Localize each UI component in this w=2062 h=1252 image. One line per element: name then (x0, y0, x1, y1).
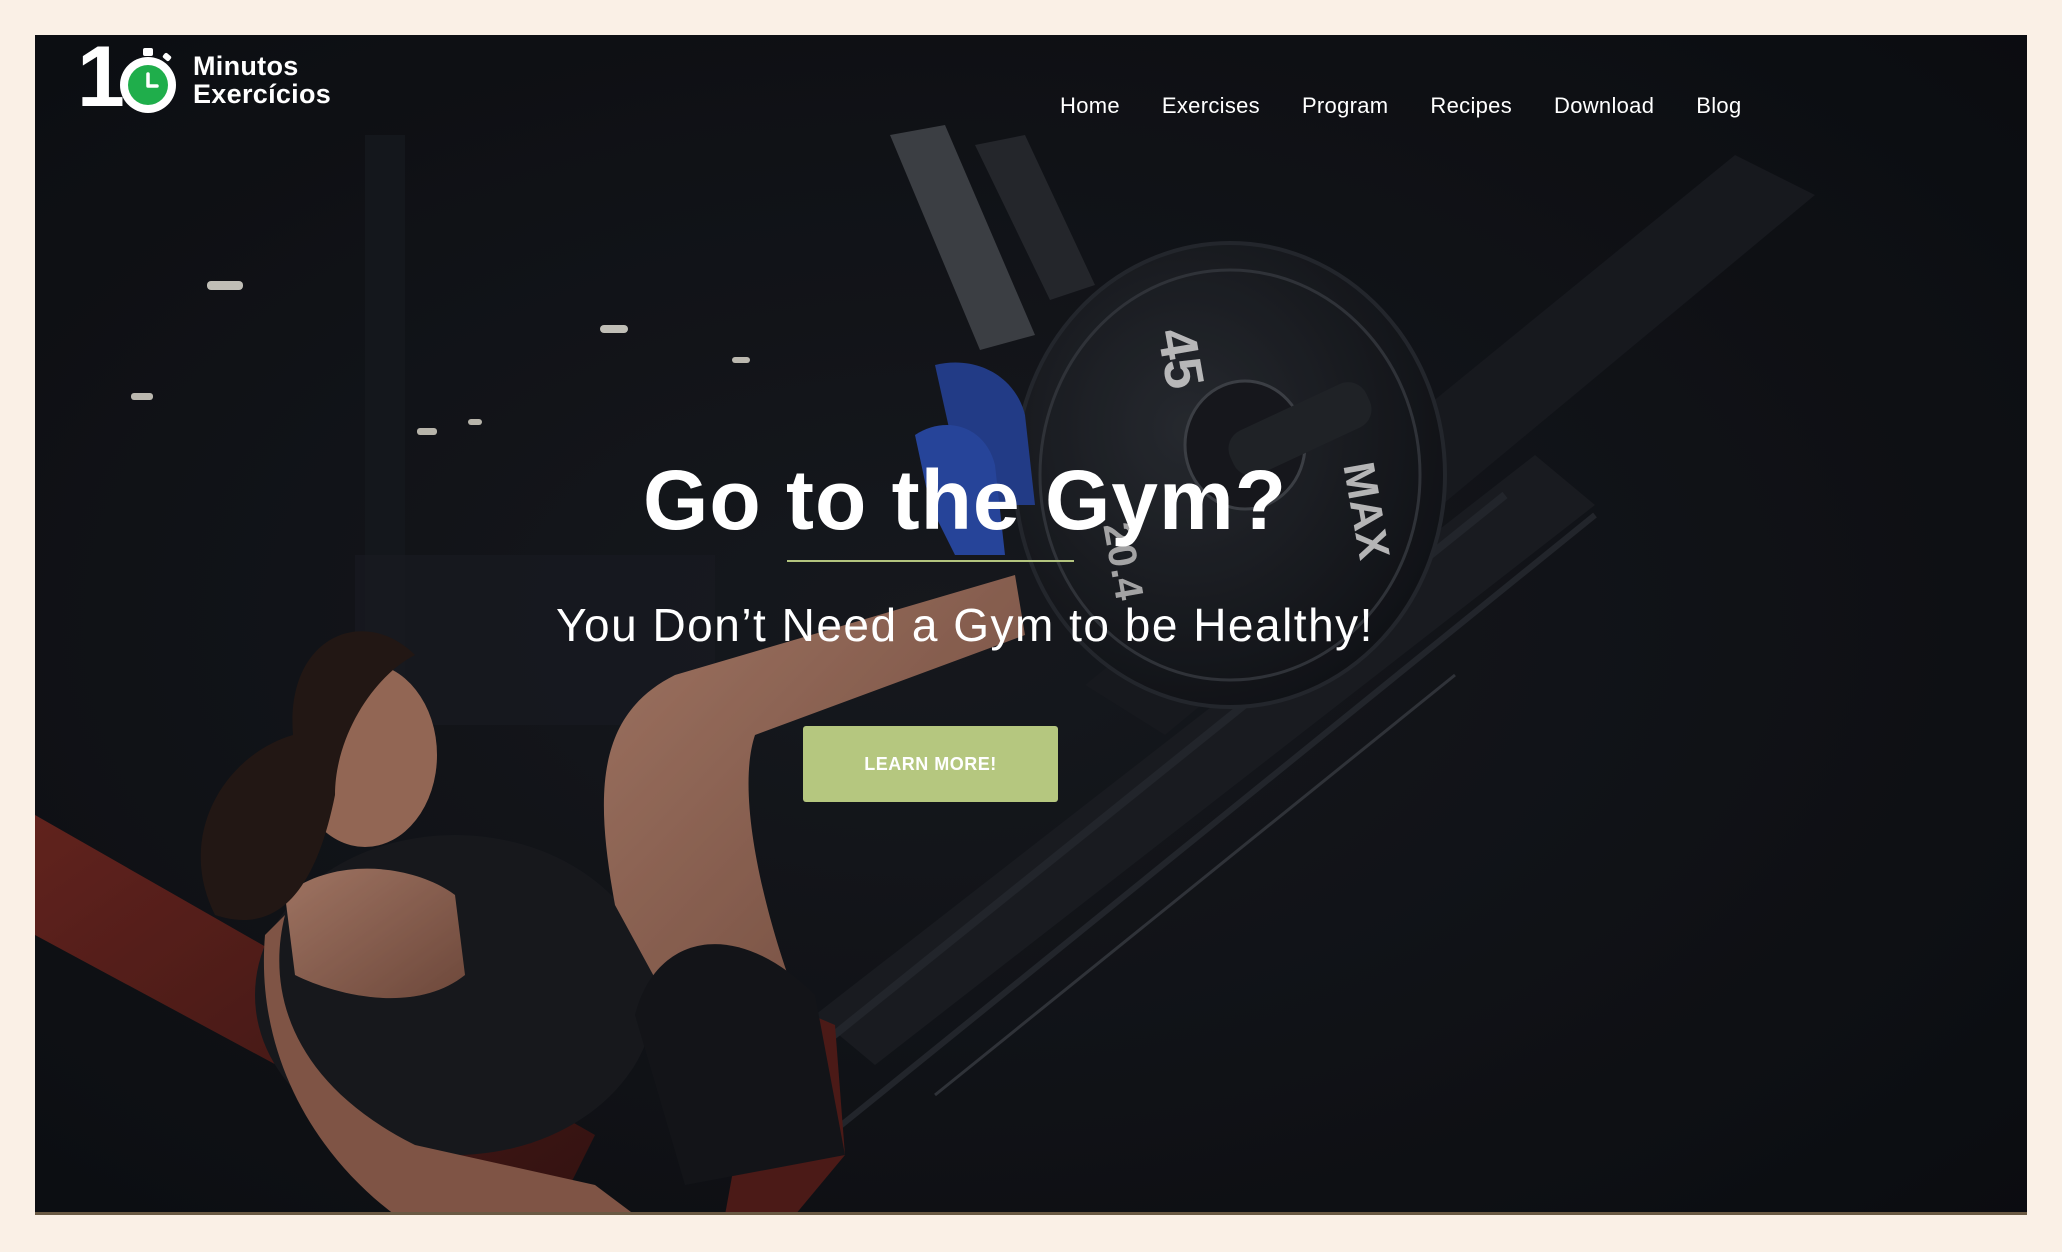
nav-item-exercises[interactable]: Exercises (1162, 93, 1260, 119)
logo-line-2: Exercícios (193, 79, 332, 109)
main-navigation: Home Exercises Program Recipes Download … (1060, 93, 1784, 119)
hero-subtitle: You Don’t Need a Gym to be Healthy! (556, 599, 1374, 651)
nav-item-download[interactable]: Download (1554, 93, 1654, 119)
nav-item-home[interactable]: Home (1060, 93, 1120, 119)
hero-title: Go to the Gym? (643, 453, 1287, 547)
hero-divider (787, 560, 1074, 562)
nav-item-recipes[interactable]: Recipes (1430, 93, 1512, 119)
logo-line-1: Minutos (193, 51, 299, 81)
logo-text: Minutos Exercícios (193, 52, 331, 108)
hero-bottom-border (35, 1212, 2027, 1215)
logo-mark: 1 (75, 35, 185, 120)
stopwatch-icon (120, 48, 176, 113)
nav-item-program[interactable]: Program (1302, 93, 1388, 119)
learn-more-button[interactable]: LEARN MORE! (803, 726, 1058, 802)
site-logo[interactable]: 1 Minutos Exercícios (75, 35, 331, 120)
nav-item-blog[interactable]: Blog (1696, 93, 1741, 119)
hero-section: 45 20.4 MAX 1 Minutos Exercícios Home Ex… (35, 35, 2027, 1215)
